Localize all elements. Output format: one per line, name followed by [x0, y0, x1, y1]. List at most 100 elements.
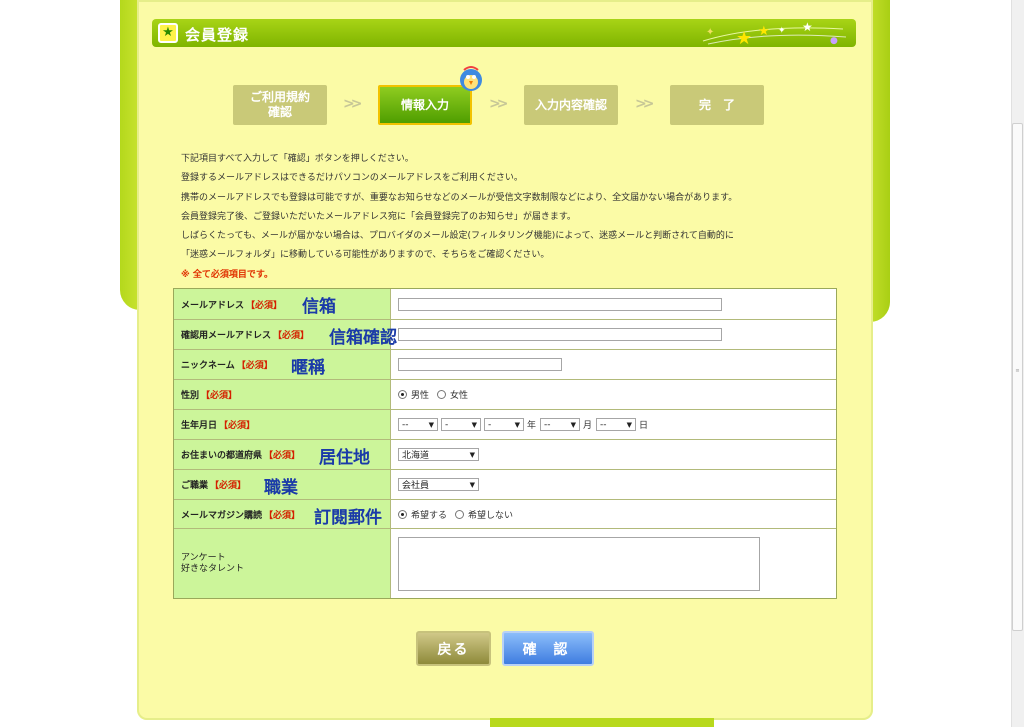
field-label: お住まいの都道府県 — [181, 451, 263, 461]
instruction-line: 会員登録完了後、ご登録いただいたメールアドレス宛に「会員登録完了のお知らせ」が届… — [181, 211, 576, 222]
field-label: メールアドレス — [181, 300, 245, 311]
field-label: 生年月日 — [181, 421, 218, 431]
radio-selected-icon — [398, 509, 407, 519]
field-label: ご職業 — [181, 481, 209, 491]
step-label: 完 了 — [698, 97, 735, 112]
handwritten-annotation: 職業 — [264, 478, 298, 498]
survey-textarea[interactable] — [398, 536, 760, 591]
handwritten-annotation: 居住地 — [319, 448, 370, 468]
bird-mascot-icon — [460, 66, 482, 91]
stars-decoration-icon: ★ ★ ✦ ✦ ★ ● — [702, 20, 847, 47]
field-label: ニックネーム — [181, 361, 235, 371]
radio-unselected-icon — [455, 509, 465, 519]
back-button[interactable]: 戻る — [416, 631, 491, 666]
page-header: ★ 会員登録 ★ ★ ✦ ✦ ★ ● — [152, 19, 856, 47]
required-tag: 【必須】 — [236, 361, 273, 371]
form-row-occupation: ご職業 【必須】 職業 会社員 ▼ — [174, 470, 836, 500]
step-separator-icon: >> — [635, 96, 655, 112]
birthday-label: 生年月日 【必須】 — [174, 410, 391, 439]
chevron-down-icon: ▼ — [469, 450, 475, 459]
occupation-select[interactable]: 会社員 ▼ — [398, 478, 479, 491]
birth-year-select-c[interactable]: - ▼ — [484, 418, 524, 431]
step-separator-icon: >> — [489, 96, 509, 112]
form-row-nickname: ニックネーム 【必須】 暱稱 — [174, 350, 836, 380]
instruction-line: 「迷惑メールフォルダ」に移動している可能性がありますので、そちらをご確認ください… — [181, 250, 550, 261]
svg-text:★: ★ — [736, 28, 752, 47]
handwritten-annotation: 信箱 — [302, 297, 336, 317]
select-value: -- — [600, 419, 607, 430]
email-field[interactable] — [398, 297, 722, 311]
handwritten-annotation: 信箱確認 — [329, 328, 397, 348]
birth-year-select-b[interactable]: - ▼ — [441, 418, 481, 431]
step-label: 入力内容確認 — [534, 97, 607, 112]
email-confirm-value-cell — [391, 320, 836, 349]
required-tag: 【必須】 — [246, 300, 283, 311]
magazine-value-cell: 希望する 希望しない — [391, 500, 836, 528]
magazine-radio-yes[interactable]: 希望する — [398, 508, 447, 521]
radio-label: 希望しない — [468, 510, 514, 521]
month-unit: 月 — [583, 421, 593, 431]
select-value: -- — [544, 419, 551, 430]
survey-value-cell — [391, 529, 836, 598]
scrollbar-grip-icon: ≡ — [1015, 368, 1020, 374]
prefecture-value-cell: 北海道 ▼ — [391, 440, 836, 469]
gender-radio-male[interactable]: 男性 — [398, 388, 429, 401]
registration-form: メールアドレス 【必須】 信箱 確認用メールアドレス 【必須】 信箱確認 ニック… — [173, 288, 837, 599]
prefecture-label: お住まいの都道府県 【必須】 居住地 — [174, 440, 391, 469]
email-confirm-field[interactable] — [398, 328, 722, 341]
instruction-line: しばらくたっても、メールが届かない場合は、プロバイダのメール設定(フィルタリング… — [181, 231, 734, 242]
magazine-radio-no[interactable]: 希望しない — [455, 508, 513, 521]
birth-day-select[interactable]: -- ▼ — [596, 418, 637, 431]
step-label: 確認 — [267, 105, 292, 119]
field-label: アンケート — [181, 552, 226, 563]
form-row-email: メールアドレス 【必須】 信箱 — [174, 289, 836, 320]
form-row-gender: 性別 【必須】 男性 女性 — [174, 380, 836, 410]
page: ★ 会員登録 ★ ★ ✦ ✦ ★ ● ご利用規約 確認 >> 情報入力 >> 入力… — [0, 0, 1024, 727]
year-unit: 年 — [527, 421, 537, 431]
form-row-survey: アンケート 好きなタレント — [174, 529, 836, 598]
select-value: 会社員 — [402, 481, 430, 491]
step-terms-confirm: ご利用規約 確認 — [233, 85, 327, 125]
gender-value-cell: 男性 女性 — [391, 380, 836, 409]
email-confirm-label: 確認用メールアドレス 【必須】 信箱確認 — [174, 320, 397, 349]
select-value: -- — [402, 419, 409, 430]
nickname-field[interactable] — [398, 358, 562, 371]
star-icon: ★ — [158, 23, 178, 43]
radio-label: 女性 — [450, 391, 469, 401]
required-tag: 【必須】 — [210, 481, 247, 491]
gender-label: 性別 【必須】 — [174, 380, 391, 409]
form-row-birthday: 生年月日 【必須】 -- ▼ - ▼ - ▼ 年 -- ▼ 月 -- ▼ 日 — [174, 410, 836, 440]
instruction-line: 携帯のメールアドレスでも登録は可能ですが、重要なお知らせなどのメールが受信文字数… — [181, 192, 738, 203]
required-tag: 【必須】 — [273, 331, 310, 341]
nickname-label: ニックネーム 【必須】 暱稱 — [174, 350, 391, 379]
page-title: 会員登録 — [185, 26, 250, 44]
radio-label: 希望する — [411, 510, 448, 521]
step-complete: 完 了 — [670, 85, 764, 125]
required-note: ※ 全て必須項目です。 — [181, 269, 273, 280]
required-tag: 【必須】 — [219, 421, 256, 431]
required-tag: 【必須】 — [264, 451, 301, 461]
survey-label: アンケート 好きなタレント — [174, 529, 391, 598]
svg-text:★: ★ — [758, 24, 770, 39]
confirm-button[interactable]: 確 認 — [502, 631, 594, 666]
birth-year-select-a[interactable]: -- ▼ — [398, 418, 438, 431]
chevron-down-icon: ▼ — [626, 420, 633, 429]
gender-radio-female[interactable]: 女性 — [437, 388, 468, 401]
birthday-value-cell: -- ▼ - ▼ - ▼ 年 -- ▼ 月 -- ▼ 日 — [391, 410, 836, 439]
chevron-down-icon: ▼ — [570, 420, 577, 429]
prefecture-select[interactable]: 北海道 ▼ — [398, 448, 479, 461]
occupation-label: ご職業 【必須】 職業 — [174, 470, 391, 499]
step-label: ご利用規約 — [249, 90, 310, 104]
field-label: 確認用メールアドレス — [181, 331, 272, 341]
required-tag: 【必須】 — [264, 510, 301, 521]
svg-text:●: ● — [830, 36, 838, 46]
chevron-down-icon: ▼ — [471, 420, 477, 429]
step-review: 入力内容確認 — [524, 85, 618, 125]
instruction-line: 下記項目すべて入力して「確認」ボタンを押しください。 — [181, 154, 414, 164]
scrollbar-thumb[interactable] — [1012, 123, 1023, 631]
select-value: 北海道 — [402, 451, 430, 461]
radio-unselected-icon — [437, 390, 447, 399]
field-label: メールマガジン購読 — [181, 510, 263, 521]
birth-month-select[interactable]: -- ▼ — [540, 418, 581, 431]
magazine-label: メールマガジン購読 【必須】 訂閱郵件 — [174, 500, 391, 528]
